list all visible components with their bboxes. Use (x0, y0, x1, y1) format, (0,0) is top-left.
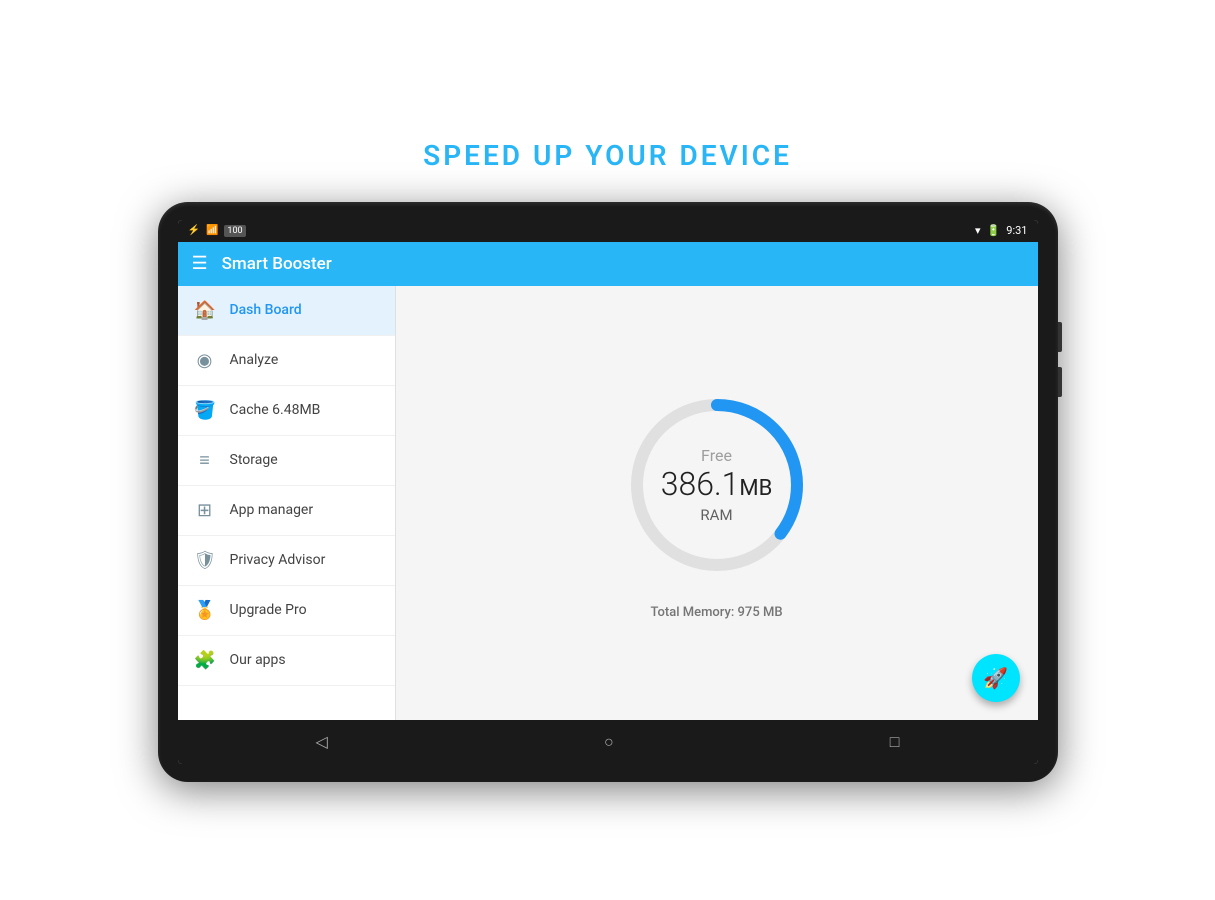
ram-value: 386.1MB (661, 465, 773, 503)
ram-circle-container: Free 386.1MB RAM Total Memory: 975 MB (617, 385, 817, 620)
page-headline: SPEED UP YOUR DEVICE (423, 139, 792, 172)
dashboard-label: Dash Board (230, 302, 302, 318)
sidebar: 🏠 Dash Board ◉ Analyze 🪣 Cache 6.48MB ≡ … (178, 286, 396, 720)
free-label: Free (661, 446, 773, 465)
ram-circle-wrapper: Free 386.1MB RAM (617, 385, 817, 585)
time-display: 9:31 (1006, 224, 1027, 237)
tablet-device: ⚡ 📶 100 ▾ 🔋 9:31 ☰ Smart Booster 🏠 Dash … (158, 202, 1058, 782)
ram-label: RAM (661, 506, 773, 524)
sidebar-item-analyze[interactable]: ◉ Analyze (178, 336, 395, 386)
home-circle-icon[interactable]: ○ (604, 732, 614, 752)
battery-icon: 🔋 (987, 224, 1001, 237)
recents-icon[interactable]: □ (890, 732, 900, 752)
back-icon[interactable]: ◁ (316, 732, 328, 751)
cache-icon: 🪣 (194, 400, 216, 421)
app-title: Smart Booster (222, 254, 332, 274)
app-bar: ☰ Smart Booster (178, 242, 1038, 286)
privacy-label: Privacy Advisor (230, 552, 326, 568)
bolt-icon: ⚡ (188, 225, 200, 236)
sidebar-item-cache[interactable]: 🪣 Cache 6.48MB (178, 386, 395, 436)
our-apps-icon: 🧩 (194, 650, 216, 671)
upgrade-label: Upgrade Pro (230, 602, 307, 618)
sidebar-item-storage[interactable]: ≡ Storage (178, 436, 395, 486)
storage-label: Storage (230, 452, 278, 468)
storage-icon: ≡ (194, 450, 216, 471)
analyze-icon: ◉ (194, 350, 216, 371)
status-bar: ⚡ 📶 100 ▾ 🔋 9:31 (178, 220, 1038, 242)
main-panel: Free 386.1MB RAM Total Memory: 975 MB 🚀 (396, 286, 1038, 720)
fab-button[interactable]: 🚀 (972, 654, 1020, 702)
side-button-top (1058, 322, 1062, 352)
content-area: 🏠 Dash Board ◉ Analyze 🪣 Cache 6.48MB ≡ … (178, 286, 1038, 720)
dashboard-icon: 🏠 (194, 300, 216, 321)
cache-label: Cache 6.48MB (230, 402, 321, 418)
signal-icon: 📶 (206, 225, 218, 236)
sidebar-item-privacy[interactable]: 🛡 Privacy Advisor (178, 536, 395, 586)
side-button-bottom (1058, 367, 1062, 397)
bottom-nav: ◁ ○ □ (178, 720, 1038, 764)
sidebar-item-upgrade[interactable]: 🏅 Upgrade Pro (178, 586, 395, 636)
hamburger-icon[interactable]: ☰ (192, 253, 208, 274)
privacy-icon: 🛡 (194, 550, 216, 571)
circle-center-content: Free 386.1MB RAM (661, 446, 773, 524)
app-manager-label: App manager (230, 502, 314, 518)
our-apps-label: Our apps (230, 652, 286, 668)
sidebar-item-our-apps[interactable]: 🧩 Our apps (178, 636, 395, 686)
app-manager-icon: ⊞ (194, 500, 216, 521)
analyze-label: Analyze (230, 352, 279, 368)
sidebar-item-dashboard[interactable]: 🏠 Dash Board (178, 286, 395, 336)
tablet-screen: ⚡ 📶 100 ▾ 🔋 9:31 ☰ Smart Booster 🏠 Dash … (178, 220, 1038, 764)
battery-count-icon: 100 (224, 225, 245, 237)
total-memory: Total Memory: 975 MB (650, 605, 782, 620)
rocket-icon: 🚀 (983, 666, 1008, 690)
sidebar-item-app-manager[interactable]: ⊞ App manager (178, 486, 395, 536)
wifi-icon: ▾ (975, 224, 981, 237)
upgrade-icon: 🏅 (194, 600, 216, 621)
